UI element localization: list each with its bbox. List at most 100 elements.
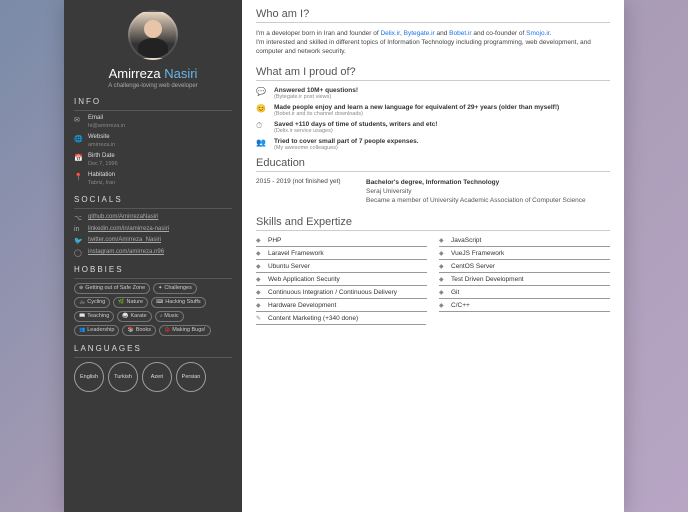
skill-icon: ◆: [439, 237, 447, 244]
main-content: Who am I? I'm a developer born in Iran a…: [242, 0, 624, 512]
info-row: 📅Birth DateDec 7, 1996: [74, 153, 232, 168]
section-languages: LANGUAGES: [74, 344, 232, 353]
hobby-icon: 👥: [79, 327, 85, 333]
sidebar: Amirreza Nasiri A challenge-loving web d…: [64, 0, 242, 512]
hobby-chip: 👥Leadership: [74, 325, 119, 336]
skill-icon: ◆: [439, 250, 447, 257]
language-badge: English: [74, 362, 104, 392]
social-row: 🐦 twitter.com/Amirreza_Nasiri: [74, 236, 232, 245]
language-badge: Azeri: [142, 362, 172, 392]
info-icon: 🌐: [74, 135, 82, 143]
hobby-icon: 🐞: [164, 327, 170, 333]
skills-heading: Skills and Expertize: [256, 216, 610, 228]
info-icon: 📅: [74, 154, 82, 162]
hobby-chip: 🐞Making Bugs!: [159, 325, 211, 336]
social-link[interactable]: github.com/AmirrezaNasiri: [88, 214, 158, 220]
skill-item: ◆CentOS Server: [439, 263, 610, 273]
proud-icon: 😊: [256, 104, 266, 113]
link[interactable]: Bobet.ir: [449, 30, 471, 37]
hobby-chip: ⌨Hacking Stuffs: [151, 297, 206, 308]
skill-icon: ◆: [256, 237, 264, 244]
link[interactable]: Smojo.ir: [526, 30, 549, 37]
skill-item: ◆Continuous Integration / Continuous Del…: [256, 289, 427, 299]
hobby-chip: 📖Teaching: [74, 311, 114, 322]
social-link[interactable]: linkedin.com/in/amirreza-nasiri: [88, 226, 169, 232]
skill-icon: ◆: [439, 289, 447, 296]
hobby-icon: 🥋: [122, 313, 128, 319]
who-heading: Who am I?: [256, 8, 610, 20]
link[interactable]: Delix.ir: [380, 30, 400, 37]
info-icon: 📍: [74, 173, 82, 181]
proud-icon: 👥: [256, 138, 266, 147]
info-row: 🌐Websiteamirreza.in: [74, 134, 232, 149]
education-entry: 2015 - 2019 (not finished yet) Bachelor'…: [256, 178, 610, 205]
skill-item: ◆PHP: [256, 237, 427, 247]
hobby-icon: ⌨: [156, 299, 163, 305]
link[interactable]: Bytegate.ir: [404, 30, 435, 37]
skill-icon: ✎: [256, 315, 264, 322]
skill-item: ◆VueJS Framework: [439, 250, 610, 260]
proud-item: 😊Made people enjoy and learn a new langu…: [256, 104, 610, 117]
hobby-icon: 🌿: [118, 299, 124, 305]
social-icon: ⌥: [74, 214, 82, 222]
resume-container: Amirreza Nasiri A challenge-loving web d…: [64, 0, 624, 512]
skill-icon: ◆: [256, 263, 264, 270]
skill-icon: ◆: [439, 276, 447, 283]
hobby-chip: ✦Challenges: [153, 283, 197, 294]
skill-icon: ◆: [256, 289, 264, 296]
social-link[interactable]: instagram.com/amirreza.n96: [88, 249, 164, 255]
proud-item: 👥Tried to cover small part of 7 people e…: [256, 138, 610, 151]
section-info: INFO: [74, 97, 232, 106]
skill-item: ◆C/C++: [439, 302, 610, 312]
section-hobbies: HOBBIES: [74, 265, 232, 274]
skill-icon: ◆: [439, 302, 447, 309]
name: Amirreza Nasiri: [74, 66, 232, 81]
hobby-icon: 🚲: [79, 299, 85, 305]
social-row: ◯ instagram.com/amirreza.n96: [74, 248, 232, 257]
edu-heading: Education: [256, 157, 610, 169]
hobby-chip: 📚Books: [122, 325, 156, 336]
hobby-icon: ⊕: [79, 285, 83, 291]
skill-item: ◆Hardware Development: [256, 302, 427, 312]
proud-icon: 💬: [256, 87, 266, 96]
language-badge: Persian: [176, 362, 206, 392]
skill-item: ◆JavaScript: [439, 237, 610, 247]
hobby-chip: 🚲Cycling: [74, 297, 110, 308]
social-row: ⌥ github.com/AmirrezaNasiri: [74, 213, 232, 222]
social-icon: in: [74, 226, 82, 233]
info-row: 📍HabitationTabriz, Iran: [74, 172, 232, 187]
info-icon: ✉: [74, 116, 82, 124]
hobby-chip: ⊕Getting out of Safe Zone: [74, 283, 150, 294]
skill-icon: ◆: [256, 302, 264, 309]
section-socials: SOCIALS: [74, 195, 232, 204]
skill-item: ◆Laravel Framework: [256, 250, 427, 260]
language-badge: Turkish: [108, 362, 138, 392]
proud-item: ⏱Saved +110 days of time of students, wr…: [256, 121, 610, 134]
skill-icon: ◆: [256, 276, 264, 283]
intro-text: I'm a developer born in Iran and founder…: [256, 29, 610, 56]
hobby-chip: 🌿Nature: [113, 297, 148, 308]
social-row: in linkedin.com/in/amirreza-nasiri: [74, 225, 232, 233]
hobby-icon: ✦: [158, 285, 162, 291]
hobby-chip: 🥋Karate: [117, 311, 151, 322]
proud-heading: What am I proud of?: [256, 66, 610, 78]
skill-item: ◆Web Application Security: [256, 276, 427, 286]
social-icon: 🐦: [74, 237, 82, 245]
hobby-icon: 📚: [127, 327, 133, 333]
proud-item: 💬Answered 10M+ questions!(Bytegate.ir po…: [256, 87, 610, 100]
social-link[interactable]: twitter.com/Amirreza_Nasiri: [88, 237, 161, 243]
tagline: A challenge-loving web developer: [74, 83, 232, 89]
skill-icon: ◆: [439, 263, 447, 270]
skill-item: ✎Content Marketing (+340 done): [256, 315, 426, 325]
skill-item: ◆Ubuntu Server: [256, 263, 427, 273]
skill-item: ◆Git: [439, 289, 610, 299]
social-icon: ◯: [74, 249, 82, 257]
avatar: [128, 10, 178, 60]
hobby-chip: ♪Music: [155, 311, 184, 322]
skill-icon: ◆: [256, 250, 264, 257]
hobby-icon: ♪: [160, 313, 163, 319]
skill-item: ◆Test Driven Development: [439, 276, 610, 286]
proud-icon: ⏱: [256, 121, 266, 131]
info-row: ✉Emailhi@amirreza.in: [74, 115, 232, 130]
hobby-icon: 📖: [79, 313, 85, 319]
